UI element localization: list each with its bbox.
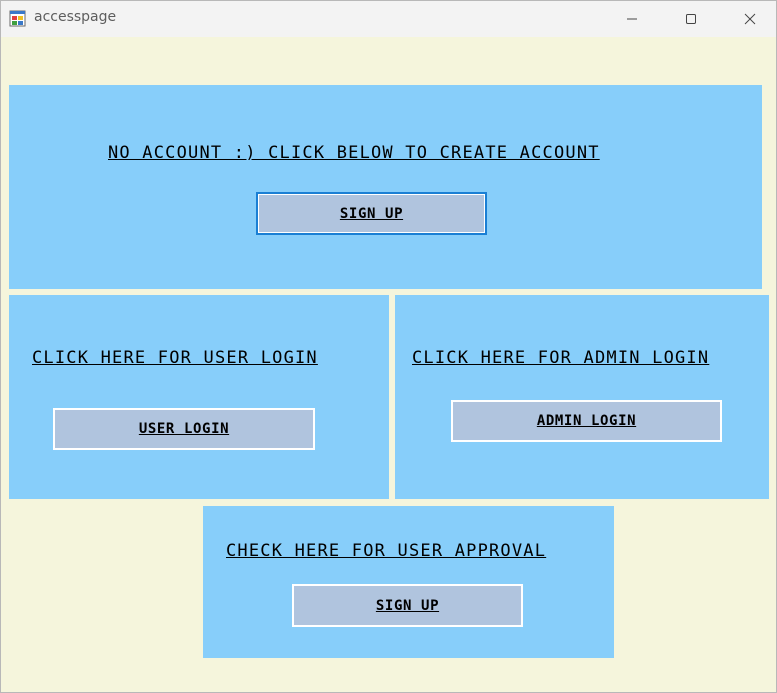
window-title: accesspage [34,9,117,25]
maximize-icon [685,13,697,25]
maximize-button[interactable] [668,1,714,37]
title-bar[interactable]: accesspage [1,1,776,37]
user-approval-prompt-label: CHECK HERE FOR USER APPROVAL [226,541,547,561]
minimize-button[interactable] [609,1,655,37]
signup-prompt-label: NO ACCOUNT :) CLICK BELOW TO CREATE ACCO… [108,143,600,163]
user-approval-panel: CHECK HERE FOR USER APPROVAL SIGN UP [203,506,614,658]
user-login-button[interactable]: USER LOGIN [53,408,315,450]
app-window-icon [9,10,26,27]
approval-signup-button[interactable]: SIGN UP [292,584,523,627]
user-login-prompt-label: CLICK HERE FOR USER LOGIN [32,348,318,368]
user-login-panel: CLICK HERE FOR USER LOGIN USER LOGIN [9,295,389,499]
access-page-window: accesspage NO ACCOUNT :) CLICK BELOW TO … [0,0,777,693]
minimize-icon [626,13,638,25]
close-icon [744,13,756,25]
admin-login-button[interactable]: ADMIN LOGIN [451,400,722,442]
close-button[interactable] [727,1,773,37]
admin-login-prompt-label: CLICK HERE FOR ADMIN LOGIN [412,348,710,368]
admin-login-panel: CLICK HERE FOR ADMIN LOGIN ADMIN LOGIN [395,295,769,499]
signup-panel: NO ACCOUNT :) CLICK BELOW TO CREATE ACCO… [9,85,762,289]
signup-button[interactable]: SIGN UP [256,192,487,235]
